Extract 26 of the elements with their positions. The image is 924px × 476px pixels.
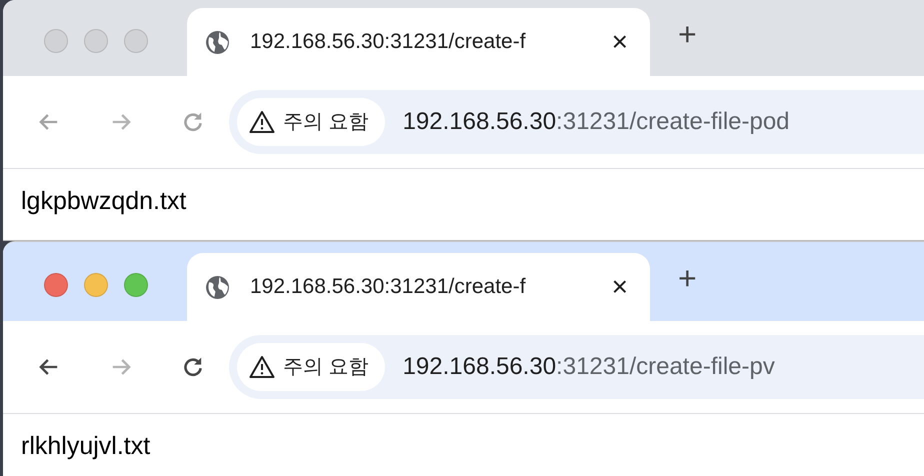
browser-tab[interactable]: 192.168.56.30:31231/create-f × — [187, 253, 650, 321]
security-chip[interactable]: 주의 요함 — [237, 343, 385, 391]
security-chip[interactable]: 주의 요함 — [237, 98, 385, 146]
warning-icon — [249, 110, 275, 134]
close-window-button[interactable] — [44, 272, 68, 296]
browser-tab[interactable]: 192.168.56.30:31231/create-f × — [187, 8, 650, 76]
minimize-window-button[interactable] — [84, 29, 108, 53]
address-url: 192.168.56.30:31231/create-file-pod — [402, 107, 790, 137]
new-tab-button[interactable]: + — [672, 18, 703, 50]
globe-icon — [205, 30, 230, 54]
close-tab-button[interactable]: × — [608, 273, 632, 301]
tab-title: 192.168.56.30:31231/create-f — [250, 29, 527, 56]
page-text: lgkpbwzqdn.txt — [20, 186, 188, 217]
tab-title: 192.168.56.30:31231/create-f — [250, 274, 527, 300]
zoom-window-button[interactable] — [124, 272, 148, 296]
address-url: 192.168.56.30:31231/create-file-pv — [402, 352, 775, 382]
minimize-window-button[interactable] — [84, 272, 108, 296]
zoom-window-button[interactable] — [124, 29, 148, 53]
globe-icon — [205, 274, 230, 300]
warning-icon — [249, 355, 275, 379]
close-window-button[interactable] — [44, 29, 68, 53]
close-tab-button[interactable]: × — [608, 28, 632, 56]
address-bar[interactable]: 주의 요함 192.168.56.30:31231/create-file-pod — [229, 90, 924, 154]
page-text: rlkhlyujvl.txt — [20, 431, 152, 462]
address-bar[interactable]: 주의 요함 192.168.56.30:31231/create-file-pv — [229, 335, 924, 399]
new-tab-button[interactable]: + — [672, 262, 703, 294]
